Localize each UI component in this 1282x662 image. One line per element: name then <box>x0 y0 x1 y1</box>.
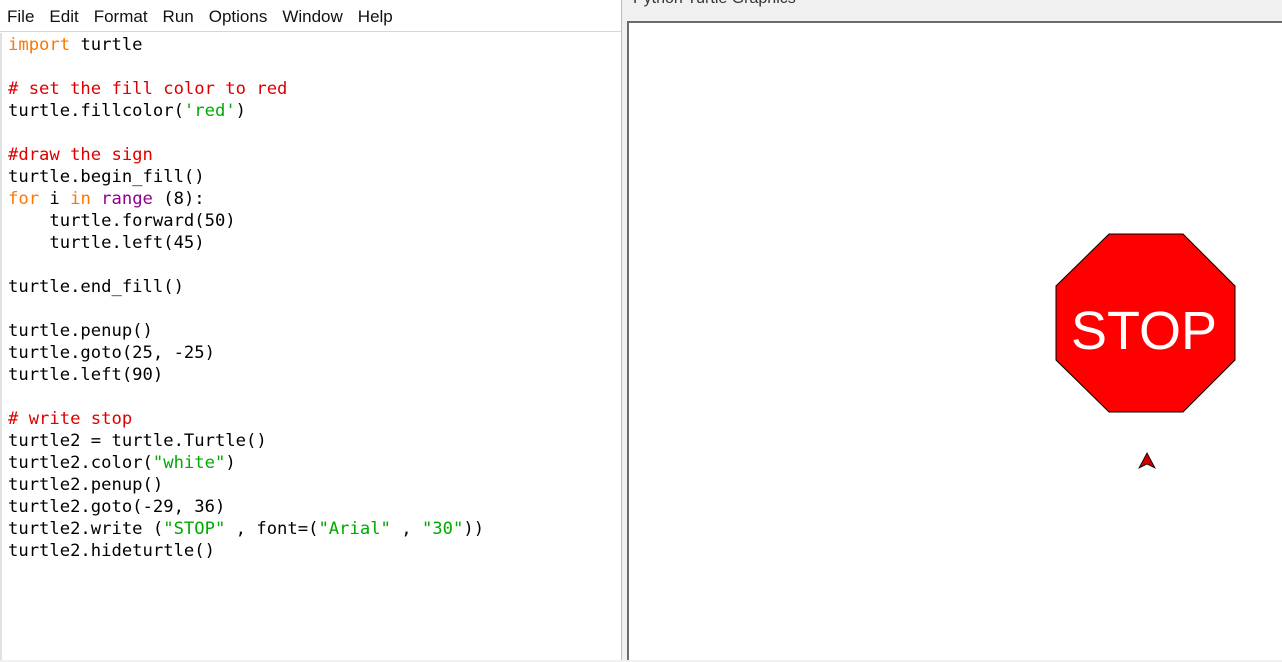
code-line[interactable]: turtle.penup() <box>8 320 608 342</box>
turtle-window-titlebar[interactable]: Python Turtle Graphics <box>627 0 1282 21</box>
code-token-keyword: in <box>70 189 91 209</box>
code-token-plain: i <box>39 189 71 209</box>
code-line[interactable]: turtle.fillcolor('red') <box>8 100 608 122</box>
code-line[interactable]: turtle.left(90) <box>8 364 608 386</box>
code-line[interactable]: turtle2.goto(-29, 36) <box>8 496 608 518</box>
code-token-string: "white" <box>152 453 226 473</box>
code-token-keyword: import <box>8 35 71 55</box>
code-token-plain: ) <box>235 101 247 121</box>
code-token-plain: turtle2.write ( <box>8 519 164 539</box>
code-token-plain: turtle2.color( <box>8 453 153 473</box>
code-token-plain: turtle.forward(50) <box>8 211 236 231</box>
code-line[interactable]: turtle.left(45) <box>8 232 608 254</box>
stop-sign-text: STOP <box>1071 301 1217 361</box>
turtle-window-title: Python Turtle Graphics <box>633 0 796 8</box>
code-token-plain: turtle <box>70 35 143 55</box>
code-token-plain: turtle2.goto(-29, 36) <box>8 497 226 517</box>
menu-edit[interactable]: Edit <box>42 0 86 32</box>
code-token-builtin: range <box>101 189 153 209</box>
turtle-drawing: STOP <box>1055 233 1236 469</box>
menu-help[interactable]: Help <box>351 0 401 32</box>
code-line[interactable]: ​ <box>8 386 608 408</box>
code-token-plain: turtle.fillcolor( <box>8 101 184 121</box>
code-line[interactable]: turtle2.color("white") <box>8 452 608 474</box>
turtle-canvas[interactable]: STOP <box>627 21 1282 660</box>
code-token-string: "STOP" <box>163 519 226 539</box>
turtle-graphics-window: Python Turtle Graphics STOP <box>627 0 1282 660</box>
code-line[interactable]: # write stop <box>8 408 608 430</box>
code-line[interactable]: turtle2 = turtle.Turtle() <box>8 430 608 452</box>
code-token-plain: turtle2.hideturtle() <box>8 541 215 561</box>
code-token-plain: )) <box>463 519 485 539</box>
code-line[interactable]: ​ <box>8 56 608 78</box>
code-token-plain: turtle.begin_fill() <box>8 167 205 187</box>
code-line[interactable]: ​ <box>8 122 608 144</box>
code-line[interactable]: ​ <box>8 298 608 320</box>
menu-window[interactable]: Window <box>275 0 350 32</box>
code-token-comment: # set the fill color to red <box>8 79 288 99</box>
menu-options[interactable]: Options <box>202 0 276 32</box>
code-token-plain: turtle.penup() <box>8 321 153 341</box>
code-token-plain: ) <box>225 453 236 473</box>
code-token-plain: turtle2.penup() <box>8 475 164 495</box>
editor-left-border <box>0 33 2 660</box>
menu-bar: File Edit Format Run Options Window Help <box>0 0 621 32</box>
code-token-plain: turtle.left(90) <box>8 365 164 385</box>
code-token-plain: turtle.goto(25, -25) <box>8 343 215 363</box>
code-token-string: 'red' <box>183 101 236 121</box>
code-token-plain: turtle.left(45) <box>8 233 205 253</box>
code-token-keyword: for <box>8 189 40 209</box>
code-editor[interactable]: import turtle​# set the fill color to re… <box>8 34 608 654</box>
code-token-plain: (8): <box>152 189 205 209</box>
menu-file[interactable]: File <box>0 0 42 32</box>
code-token-plain: , font=( <box>225 519 319 539</box>
code-token-string: "Arial" <box>318 519 391 539</box>
code-line[interactable]: for i in range (8): <box>8 188 608 210</box>
code-token-plain: turtle2 = turtle.Turtle() <box>8 431 267 451</box>
code-line[interactable]: turtle2.hideturtle() <box>8 540 608 562</box>
code-line[interactable]: turtle.goto(25, -25) <box>8 342 608 364</box>
editor-window: File Edit Format Run Options Window Help… <box>0 0 621 660</box>
code-token-plain: , <box>390 519 422 539</box>
code-line[interactable]: # set the fill color to red <box>8 78 608 100</box>
menu-run[interactable]: Run <box>156 0 202 32</box>
code-line[interactable]: turtle.end_fill() <box>8 276 608 298</box>
code-line[interactable]: ​ <box>8 254 608 276</box>
code-token-plain: turtle.end_fill() <box>8 277 184 297</box>
code-token-comment: # write stop <box>8 409 133 429</box>
code-line[interactable]: turtle.begin_fill() <box>8 166 608 188</box>
code-token-comment: #draw the sign <box>8 145 153 165</box>
code-token-string: "30" <box>421 519 464 539</box>
code-line[interactable]: turtle2.write ("STOP" , font=("Arial" , … <box>8 518 608 540</box>
menu-format[interactable]: Format <box>87 0 156 32</box>
turtle-arrow-icon <box>1138 452 1156 469</box>
code-line[interactable]: turtle2.penup() <box>8 474 608 496</box>
code-line[interactable]: turtle.forward(50) <box>8 210 608 232</box>
code-line[interactable]: #draw the sign <box>8 144 608 166</box>
code-line[interactable]: import turtle <box>8 34 608 56</box>
